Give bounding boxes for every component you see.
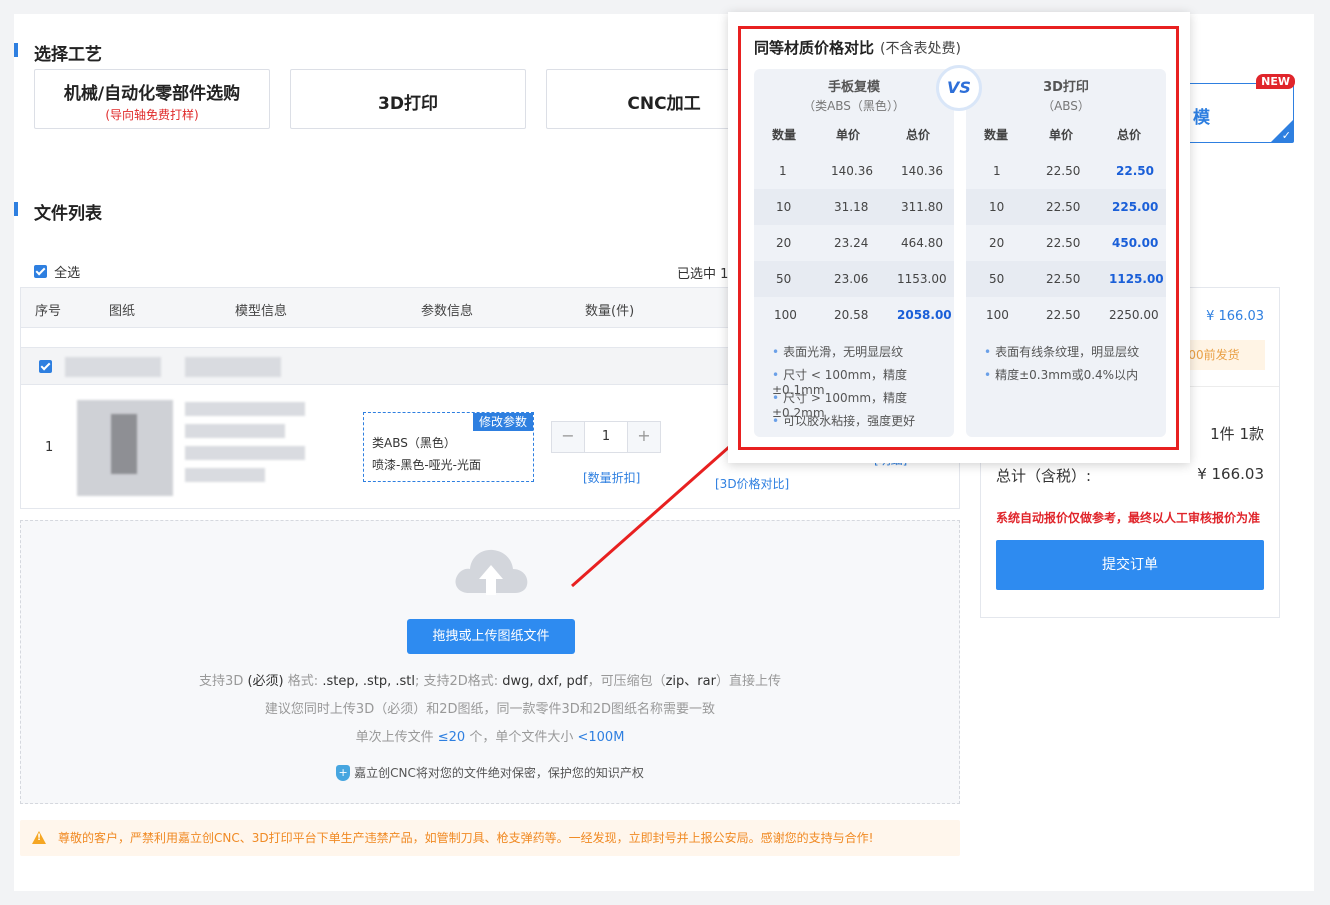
- col-index: 序号: [35, 304, 62, 319]
- row-index: 1: [45, 440, 54, 455]
- table-row: 50 23.06 1153.00: [754, 261, 954, 297]
- col-total-price: 总价: [906, 128, 931, 142]
- item-count: 1件 1款: [1210, 425, 1264, 443]
- table-row: 10 22.50 225.00: [966, 189, 1166, 225]
- popup-title: 同等材质价格对比 (不含表处费): [754, 39, 961, 57]
- submit-order-button[interactable]: 提交订单: [996, 540, 1264, 590]
- redacted-model-info: [185, 468, 265, 482]
- drawing-thumbnail-shape: [111, 414, 137, 474]
- redacted-filename: [65, 357, 161, 377]
- process-card-title: 3D打印: [378, 94, 438, 114]
- select-all[interactable]: 全选: [34, 262, 80, 281]
- process-card-3d-print[interactable]: 3D打印: [290, 69, 526, 129]
- compare-right-title: 3D打印: [1043, 80, 1089, 95]
- upload-format-hint: 支持3D (必须) 格式: .step, .stp, .stl; 支持2D格式:…: [199, 674, 781, 689]
- warning-text: 尊敬的客户，严禁利用嘉立创CNC、3D打印平台下单生产违禁产品，如管制刀具、枪支…: [58, 831, 874, 845]
- compare-right-panel: 3D打印 （ABS） 数量 单价 总价 1 22.50 22.50 10 22.50 2…: [966, 69, 1166, 437]
- table-row: 100 20.58 2058.00: [774, 308, 952, 322]
- table-row: 20 23.24 464.80: [776, 236, 943, 250]
- process-card-title: 机械/自动化零部件选购: [63, 84, 241, 104]
- select-all-label: 全选: [54, 266, 81, 281]
- compare-note: 可以胶水粘接，强度更好: [772, 412, 915, 429]
- compare-left-material: （类ABS（黑色））: [803, 99, 905, 113]
- compare-note: 表面光滑，无明显层纹: [772, 343, 903, 360]
- compare-note: 表面有线条纹理，明显层纹: [984, 343, 1139, 360]
- section-title-process: 选择工艺: [14, 40, 102, 65]
- upload-button[interactable]: 拖拽或上传图纸文件: [407, 619, 575, 654]
- compare-left-panel: 手板复模 （类ABS（黑色）） 数量 单价 总价 1 140.36 140.36 1…: [754, 69, 954, 437]
- col-params: 参数信息: [421, 304, 474, 319]
- col-quantity: 数量(件): [585, 304, 635, 319]
- shield-icon: +: [336, 764, 351, 781]
- upload-dropzone[interactable]: 拖拽或上传图纸文件 支持3D (必须) 格式: .step, .stp, .st…: [20, 520, 960, 804]
- total-value: ¥ 166.03: [1197, 465, 1264, 483]
- new-badge: NEW: [1256, 74, 1295, 89]
- warning-icon: [32, 831, 46, 844]
- vs-icon: VS: [936, 65, 982, 111]
- col-unit-price: 单价: [1049, 128, 1074, 142]
- compare-left-title: 手板复模: [827, 80, 880, 95]
- col-unit-price: 单价: [836, 128, 861, 142]
- col-total-price: 总价: [1117, 128, 1142, 142]
- table-row: 100 22.50 2250.00: [986, 308, 1159, 322]
- table-row: 1 140.36 140.36: [779, 164, 943, 178]
- param-finish: 喷漆-黑色-哑光-光面: [372, 458, 481, 472]
- col-model-info: 模型信息: [235, 304, 288, 319]
- selected-count: 已选中 1: [677, 267, 729, 282]
- warning-banner: 尊敬的客户，严禁利用嘉立创CNC、3D打印平台下单生产违禁产品，如管制刀具、枪支…: [20, 820, 960, 856]
- param-info-box: 修改参数 类ABS（黑色） 喷漆-黑色-哑光-光面: [363, 412, 534, 482]
- redacted-filename: [185, 357, 281, 377]
- upload-limit-hint: 单次上传文件 ≤20 个，单个文件大小 <100M: [355, 730, 625, 745]
- compare-note: 精度±0.3mm或0.4%以内: [984, 366, 1138, 383]
- table-row: 20 22.50 450.00: [989, 236, 1159, 250]
- checkbox-checked-icon[interactable]: [34, 265, 47, 278]
- redacted-model-info: [185, 446, 305, 460]
- redacted-model-info: [185, 402, 305, 416]
- edit-params-button[interactable]: 修改参数: [472, 413, 533, 431]
- check-icon: ✓: [1281, 129, 1291, 142]
- checkbox-checked-icon[interactable]: [39, 360, 52, 373]
- total-label: 总计（含税）:: [996, 467, 1092, 485]
- section-title-files: 文件列表: [14, 199, 102, 224]
- col-qty: 数量: [772, 128, 797, 142]
- table-row: 1 22.50 22.50: [993, 164, 1154, 178]
- upload-naming-hint: 建议您同时上传3D（必须）和2D图纸，同一款零件3D和2D图纸名称需要一致: [264, 702, 716, 717]
- redacted-model-info: [185, 424, 285, 438]
- table-row: 10 31.18 311.80: [754, 189, 954, 225]
- cloud-upload-icon: [455, 549, 528, 595]
- process-card-mechanical[interactable]: 机械/自动化零部件选购 (导向轴免费打样): [34, 69, 270, 129]
- process-card-title: 模: [1193, 108, 1210, 128]
- security-note: + 嘉立创CNC将对您的文件绝对保密，保护您的知识产权: [21, 764, 959, 781]
- table-row: 50 22.50 1125.00: [966, 261, 1166, 297]
- col-drawing: 图纸: [109, 304, 136, 319]
- compare-right-material: （ABS）: [1042, 99, 1090, 113]
- process-card-subtitle: (导向轴免费打样): [105, 108, 199, 122]
- summary-price: ¥ 166.03: [1206, 309, 1264, 324]
- param-material: 类ABS（黑色）: [372, 436, 456, 450]
- price-disclaimer: 系统自动报价仅做参考，最终以人工审核报价为准: [996, 511, 1261, 525]
- col-qty: 数量: [984, 128, 1009, 142]
